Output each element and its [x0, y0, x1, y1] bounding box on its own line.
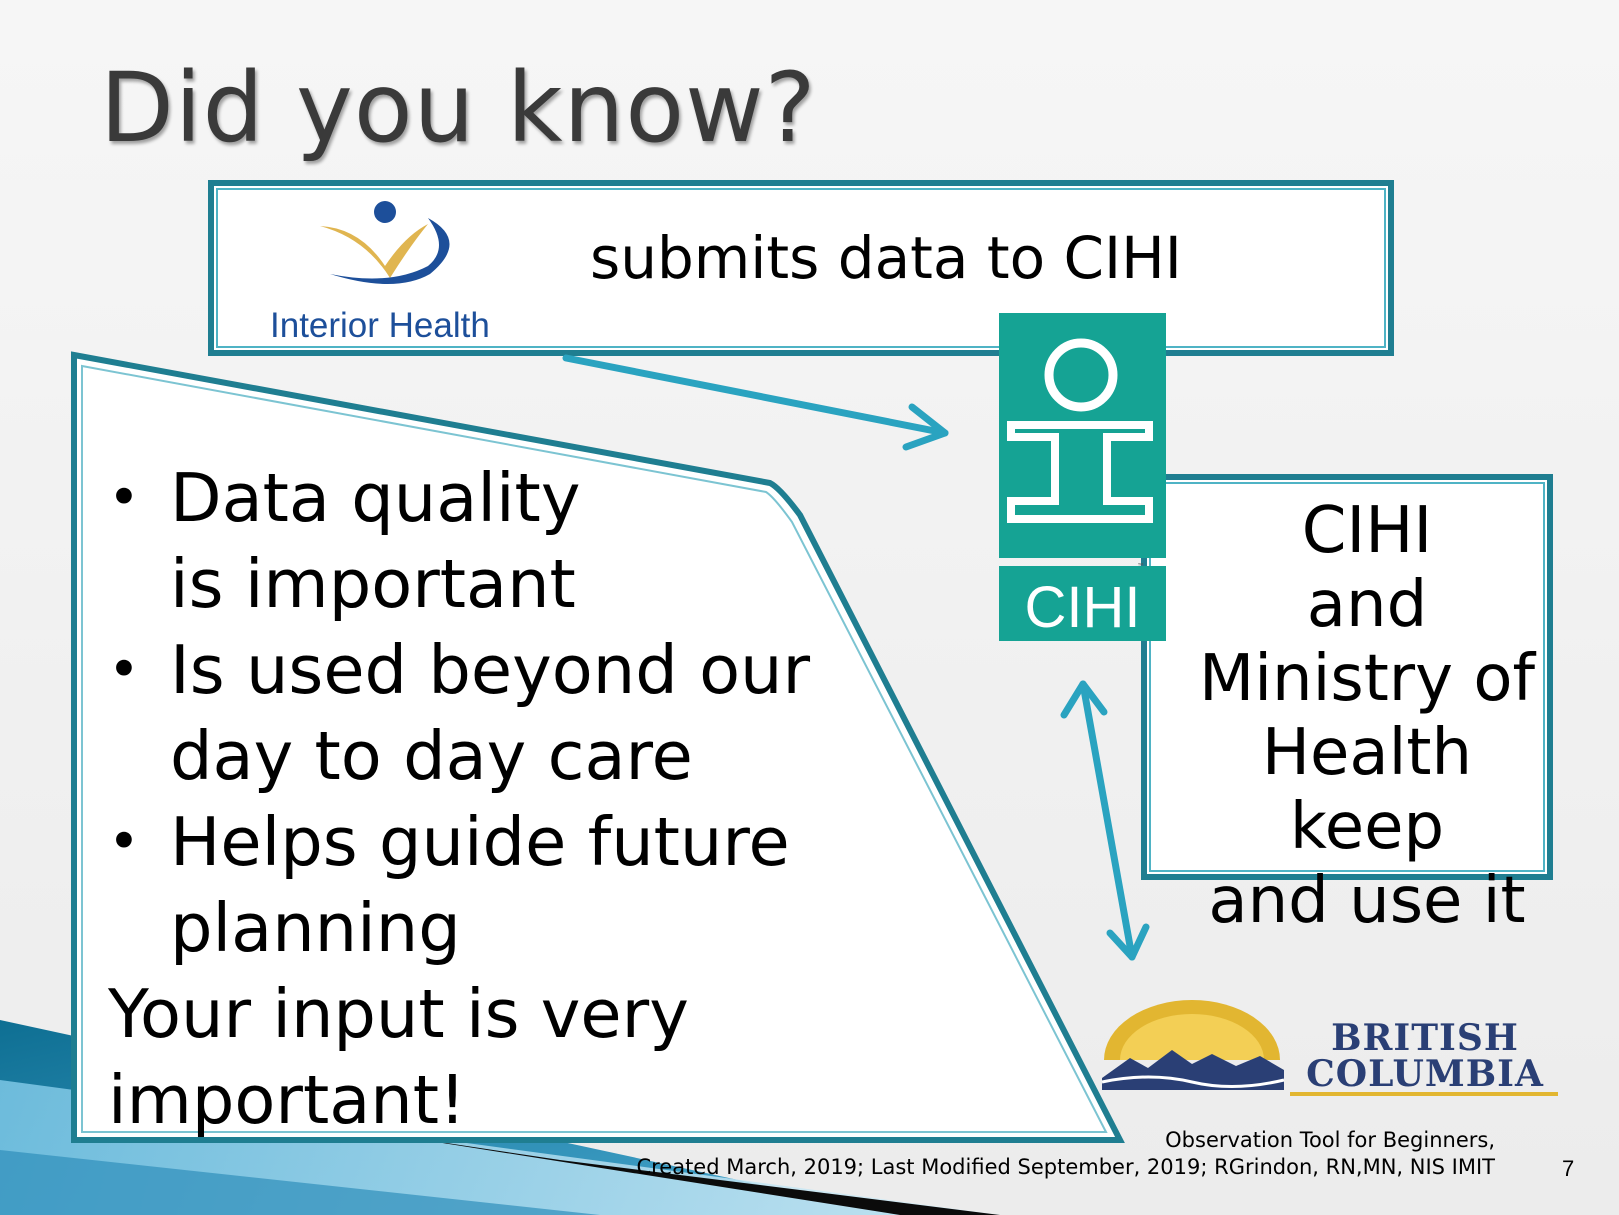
cihi-logo-emblem — [999, 313, 1166, 558]
bullet-item: • Is used beyond our day to day care — [108, 627, 868, 799]
bullet-line: planning — [170, 889, 461, 967]
slide: Did you know? Interior Health submits da… — [0, 0, 1619, 1215]
bullet-line: Is used beyond our — [170, 631, 811, 709]
bc-logo-line: BRITISH — [1331, 1017, 1519, 1059]
cihi-logo-label-bar: CIHI — [999, 566, 1166, 641]
bc-logo-wordmark: BRITISH COLUMBIA — [1290, 1020, 1560, 1092]
page-number: 7 — [1562, 1156, 1575, 1181]
bc-sun-mountains-icon — [1101, 1000, 1285, 1090]
bullet-line: day to day care — [170, 717, 693, 795]
bullet-item: • Helps guide future planning — [108, 799, 868, 971]
cihi-logo-text: CIHI — [1024, 575, 1141, 640]
emphasis-line: Your input is very — [108, 975, 689, 1053]
bullet-marker: • — [108, 466, 140, 529]
footer-line: Created March, 2019; Last Modified Septe… — [636, 1155, 1495, 1179]
bullet-item: • Data quality is important — [108, 455, 868, 627]
bc-logo-line: COLUMBIA — [1306, 1053, 1544, 1095]
arrow-ih-to-cihi — [562, 354, 949, 451]
cihi-trademark: ™ — [1137, 562, 1145, 571]
emphasis-statement: Your input is very important! — [108, 971, 868, 1143]
british-columbia-logo: BRITISH COLUMBIA — [1100, 1000, 1560, 1110]
bullet-line: Helps guide future — [170, 803, 790, 881]
footer-credit: Observation Tool for Beginners, Created … — [636, 1127, 1495, 1181]
bullet-list: • Data quality is important • Is used be… — [108, 455, 868, 971]
cihi-info-icon — [1007, 338, 1153, 523]
bullet-marker: • — [108, 638, 140, 701]
emphasis-line: important! — [108, 1061, 466, 1139]
cihi-logo: CIHI ™ — [999, 313, 1166, 641]
bc-logo-underline — [1290, 1092, 1558, 1096]
bullet-line: is important — [170, 545, 576, 623]
key-points: • Data quality is important • Is used be… — [108, 455, 868, 1143]
bullet-marker: • — [108, 810, 140, 873]
bullet-line: Data quality — [170, 459, 581, 537]
arrow-cihi-to-bc — [1060, 680, 1150, 961]
footer-line: Observation Tool for Beginners, — [1165, 1128, 1495, 1152]
